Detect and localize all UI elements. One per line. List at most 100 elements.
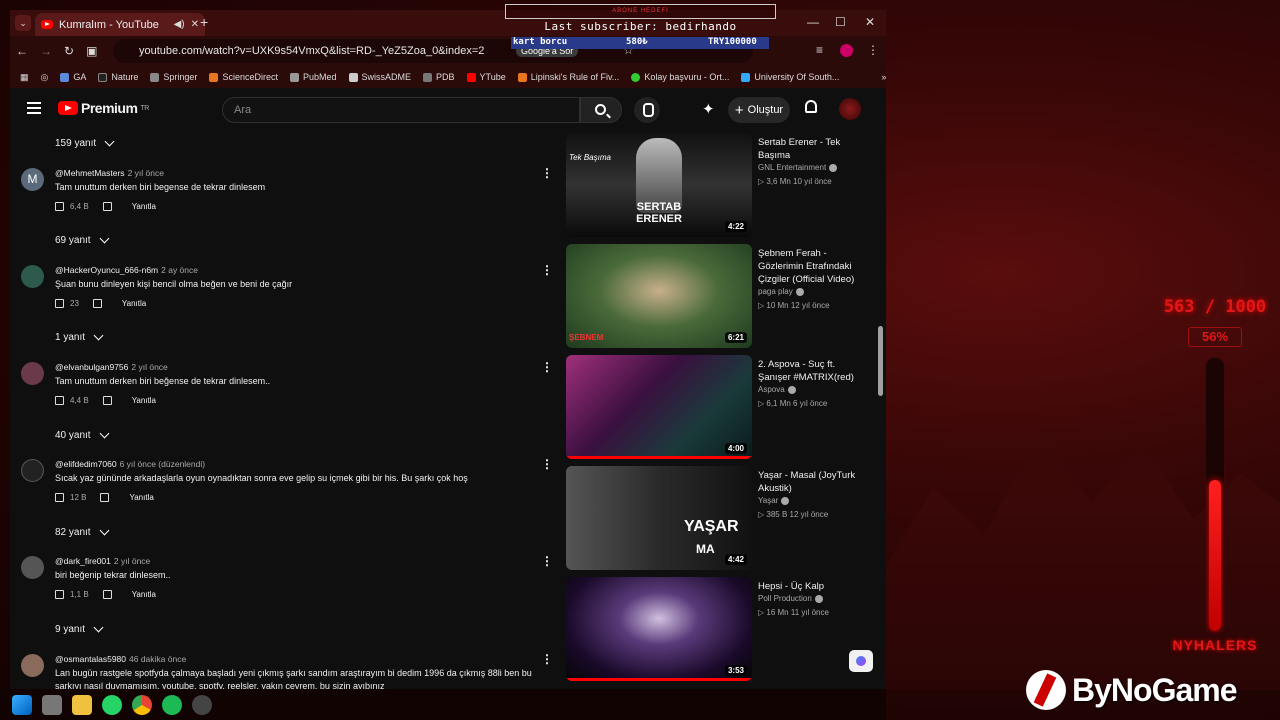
like-icon[interactable] [55, 590, 64, 599]
dislike-icon[interactable] [92, 299, 102, 308]
bookmark-springer[interactable]: Springer [150, 72, 197, 82]
comment-time[interactable]: 2 ay önce [161, 265, 198, 275]
more-options-icon[interactable]: ⋮ [541, 167, 553, 179]
more-options-icon[interactable]: ⋮ [541, 458, 553, 470]
extensions-icon[interactable]: ≡ [816, 43, 823, 57]
tab-active[interactable]: Kumralım - YouTube ◀) ✕ [35, 13, 205, 36]
video-thumbnail[interactable]: ŞEBNEM 6:21 [566, 244, 752, 348]
menu-icon[interactable] [27, 102, 41, 114]
avatar[interactable]: M [21, 168, 44, 191]
dislike-icon[interactable] [102, 590, 112, 599]
spotify-icon[interactable] [162, 694, 182, 715]
create-button[interactable]: + Oluştur [728, 97, 790, 123]
app-icon[interactable] [42, 694, 62, 715]
comment-author[interactable]: @dark_fire001 [55, 556, 111, 566]
replies-toggle[interactable]: 9 yanıt [55, 622, 104, 635]
video-thumbnail[interactable]: Tek Başıma SERTAB ERENER 4:22 [566, 133, 752, 237]
apps-icon[interactable]: ▦ [20, 72, 29, 83]
bookmark-nature[interactable]: Nature [98, 72, 138, 82]
dislike-icon[interactable] [102, 396, 112, 405]
video-title[interactable]: Hepsi - Üç Kalp [758, 580, 870, 593]
comment-author[interactable]: @MehmetMasters [55, 168, 125, 178]
video-thumbnail[interactable]: YAŞAR MA 4:42 [566, 466, 752, 570]
replies-toggle[interactable]: 159 yanıt [55, 136, 115, 149]
related-video[interactable]: Tek Başıma SERTAB ERENER 4:22 Sertab Ere… [566, 133, 876, 238]
notifications-icon[interactable] [805, 100, 817, 113]
replies-toggle[interactable]: 69 yanıt [55, 233, 110, 246]
steam-icon[interactable] [192, 694, 212, 715]
related-video[interactable]: 3:53 Hepsi - Üç Kalp Poll Production ▷ 1… [566, 577, 876, 682]
forward-icon[interactable]: → [40, 44, 52, 58]
chrome-icon[interactable] [132, 694, 152, 715]
more-options-icon[interactable]: ⋮ [541, 555, 553, 567]
comment-author[interactable]: @elvanbulgan9756 [55, 362, 128, 372]
video-title[interactable]: Şebnem Ferah - Gözlerimin Etrafındaki Çi… [758, 247, 870, 286]
speaker-icon[interactable]: ◀) [174, 19, 185, 30]
bookmark-ga[interactable]: GA [60, 72, 86, 82]
video-thumbnail[interactable]: 3:53 [566, 577, 752, 681]
comment-author[interactable]: @elifdedim7060 [55, 459, 117, 469]
sidebar-icon[interactable]: ▣ [86, 44, 97, 58]
search-input[interactable]: Ara [222, 97, 580, 123]
video-title[interactable]: Yaşar - Masal (JoyTurk Akustik) [758, 469, 870, 495]
file-explorer-icon[interactable] [72, 694, 92, 715]
comment-time[interactable]: 46 dakika önce [129, 654, 186, 664]
close-window-button[interactable]: ✕ [865, 15, 875, 29]
reply-button[interactable]: Yanıtla [132, 590, 156, 599]
more-options-icon[interactable]: ⋮ [541, 653, 553, 665]
avatar[interactable] [21, 459, 44, 482]
maximize-button[interactable]: ☐ [835, 15, 846, 29]
comment-author[interactable]: @osmantalas5980 [55, 654, 126, 664]
new-tab-button[interactable]: + [200, 14, 208, 30]
video-title[interactable]: Sertab Erener - Tek Başıma [758, 136, 870, 162]
reply-button[interactable]: Yanıtla [129, 493, 153, 502]
video-thumbnail[interactable]: 4:00 [566, 355, 752, 459]
video-title[interactable]: 2. Aspova - Suç ft. Şanışer #MATRIX(red) [758, 358, 870, 384]
tab-search-icon[interactable]: ⌄ [15, 15, 31, 31]
search-button[interactable] [580, 97, 622, 123]
like-icon[interactable] [55, 493, 64, 502]
related-video[interactable]: ŞEBNEM 6:21 Şebnem Ferah - Gözlerimin Et… [566, 244, 876, 349]
dislike-icon[interactable] [100, 493, 110, 502]
like-icon[interactable] [55, 396, 64, 405]
replies-toggle[interactable]: 82 yanıt [55, 525, 110, 538]
back-icon[interactable]: ← [16, 44, 28, 58]
bookmark-pubmed[interactable]: PubMed [289, 72, 337, 82]
profile-icon[interactable] [840, 44, 853, 57]
gemini-icon[interactable] [849, 650, 873, 672]
close-tab-icon[interactable]: ✕ [191, 19, 199, 30]
more-bookmarks-icon[interactable]: » [881, 72, 886, 82]
browser-menu-icon[interactable]: ⋮ [867, 43, 879, 57]
cast-icon[interactable]: ✦ [702, 100, 715, 118]
chrome-icon[interactable]: ◎ [41, 72, 49, 83]
bookmark-swissadme[interactable]: SwissADME [348, 72, 411, 82]
comment-time[interactable]: 2 yıl önce [114, 556, 150, 566]
like-icon[interactable] [55, 202, 64, 211]
comment-time[interactable]: 2 yıl önce [128, 168, 164, 178]
avatar[interactable] [21, 556, 44, 579]
dislike-icon[interactable] [102, 202, 112, 211]
bookmark-university[interactable]: University Of South... [741, 72, 839, 82]
avatar[interactable] [21, 362, 44, 385]
bookmark-lipinski[interactable]: Lipinski's Rule of Fiv... [517, 72, 619, 82]
replies-toggle[interactable]: 40 yanıt [55, 428, 110, 441]
scrollbar-thumb[interactable] [878, 326, 883, 396]
avatar[interactable] [21, 654, 44, 677]
like-icon[interactable] [55, 299, 64, 308]
bookmark-kolay-basvuru[interactable]: Kolay başvuru - Ort... [631, 72, 729, 82]
reply-button[interactable]: Yanıtla [122, 299, 146, 308]
minimize-button[interactable]: — [807, 15, 819, 29]
windows-start-icon[interactable] [12, 694, 32, 715]
bookmark-pdb[interactable]: PDB [423, 72, 455, 82]
more-options-icon[interactable]: ⋮ [541, 361, 553, 373]
comment-time[interactable]: 6 yıl önce (düzenlendi) [120, 459, 206, 469]
comment-author[interactable]: @HackerOyuncu_666-n6m [55, 265, 158, 275]
whatsapp-icon[interactable] [102, 694, 122, 715]
youtube-logo[interactable]: Premium TR [58, 100, 149, 116]
bookmark-sciencedirect[interactable]: ScienceDirect [209, 72, 278, 82]
more-options-icon[interactable]: ⋮ [541, 264, 553, 276]
bookmark-ytube[interactable]: YTube [466, 72, 506, 82]
replies-toggle[interactable]: 1 yanıt [55, 330, 104, 343]
avatar[interactable] [21, 265, 44, 288]
reload-icon[interactable]: ↻ [64, 44, 74, 58]
